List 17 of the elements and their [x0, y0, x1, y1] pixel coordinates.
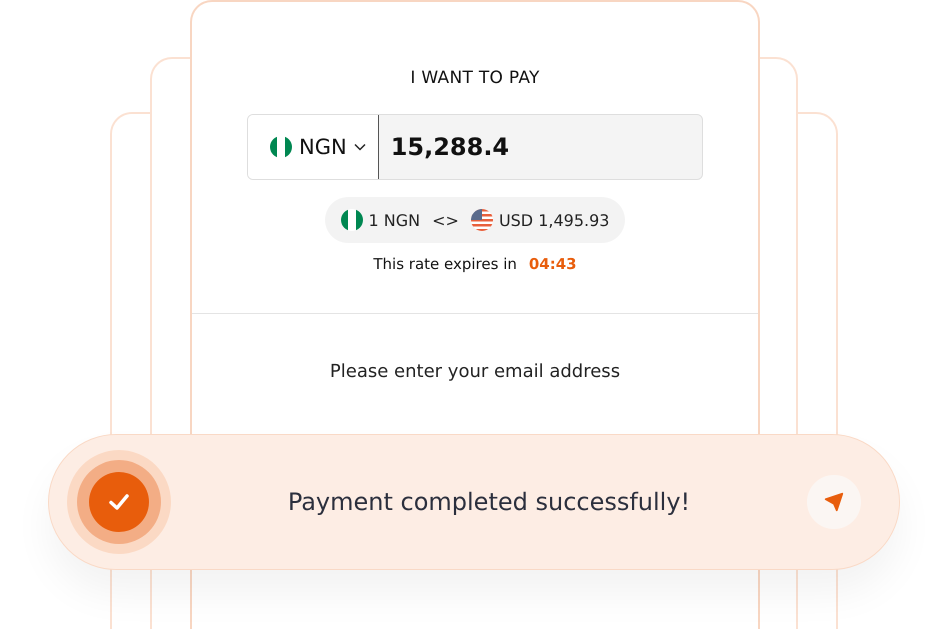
rate-from: 1 NGN	[368, 210, 420, 230]
send-icon	[823, 491, 845, 513]
rate-separator: <>	[432, 210, 459, 230]
rate-to: USD 1,495.93	[498, 210, 610, 230]
toast-message: Payment completed successfully!	[286, 488, 692, 516]
check-icon	[67, 450, 171, 554]
email-prompt: Please enter your email address	[330, 361, 620, 382]
caret-icon	[354, 143, 366, 151]
flag-icon	[270, 136, 292, 158]
currency-dropdown[interactable]: NGN	[248, 115, 379, 179]
pay-heading: I WANT TO PAY	[410, 68, 540, 88]
amount-field[interactable]: NGN 15,288.4	[247, 114, 703, 180]
flag-icon	[340, 209, 363, 231]
amount-value: 15,288.4	[390, 132, 510, 163]
flag-icon	[470, 209, 493, 231]
expiry-timer: 04:43	[528, 255, 577, 273]
expiry-label: This rate expires in	[373, 255, 517, 273]
